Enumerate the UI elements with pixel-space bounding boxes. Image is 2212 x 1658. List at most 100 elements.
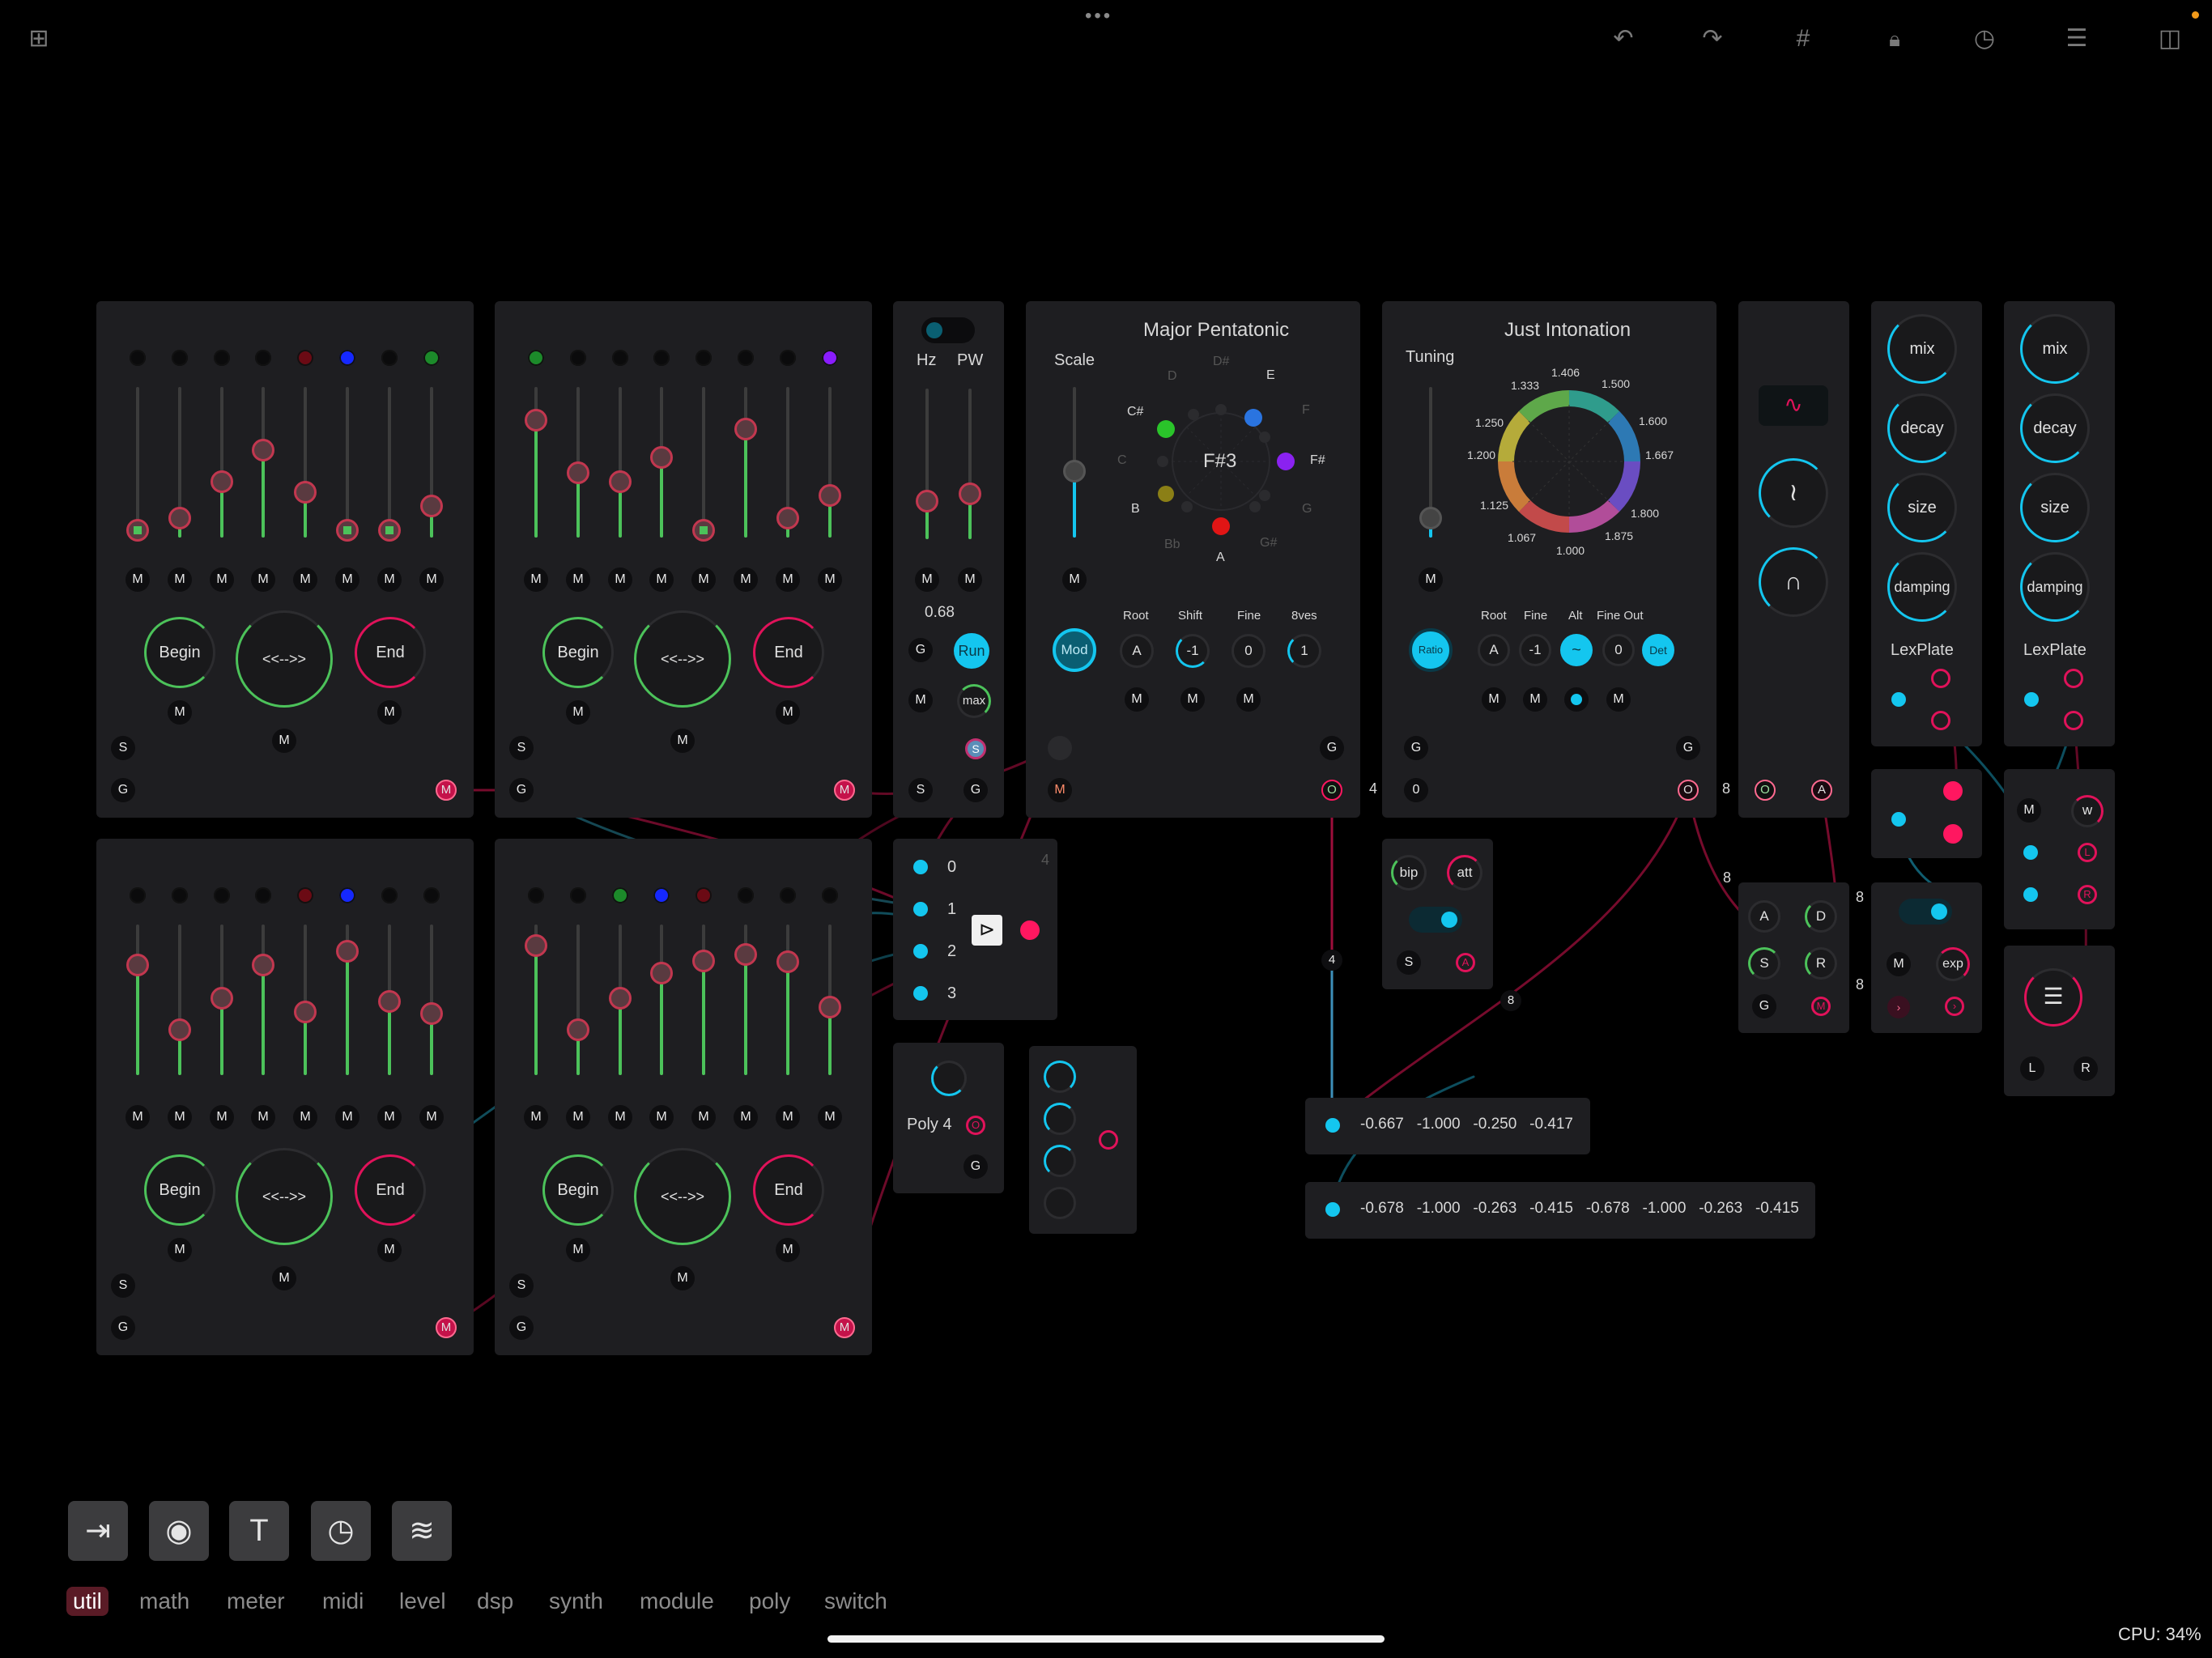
step-mod-button[interactable]: M xyxy=(734,1105,758,1129)
step-slider-thumb[interactable] xyxy=(126,519,149,542)
output-l-jack[interactable]: L xyxy=(2020,1056,2044,1081)
attack-knob[interactable]: A xyxy=(1748,900,1780,933)
reverb-damping-knob[interactable]: damping xyxy=(2020,552,2090,622)
step-slider-thumb[interactable] xyxy=(692,519,715,542)
step-slider-track[interactable] xyxy=(619,387,622,538)
mixer-in-2-jack[interactable] xyxy=(2023,887,2038,902)
scale-out-jack[interactable]: O xyxy=(1321,780,1342,801)
vca-m-button[interactable]: M xyxy=(1887,952,1911,976)
fine-knob[interactable]: 0 xyxy=(1231,634,1266,668)
max-knob[interactable]: max xyxy=(957,684,991,718)
step-mod-button[interactable]: M xyxy=(649,568,674,592)
router-in-0-jack[interactable] xyxy=(913,860,928,874)
step-slider-track[interactable] xyxy=(262,925,265,1075)
reverb-decay-knob[interactable]: decay xyxy=(2020,393,2090,463)
hz-mod-button[interactable]: M xyxy=(915,568,939,592)
step-mod-button[interactable]: M xyxy=(419,1105,444,1129)
reverb-out-r-jack[interactable] xyxy=(2064,711,2083,730)
end-mod-button[interactable]: M xyxy=(776,1238,800,1262)
clock-g-jack-out[interactable]: G xyxy=(963,778,988,802)
step-slider-thumb[interactable] xyxy=(211,987,233,1010)
fine-mod-button[interactable]: M xyxy=(1236,687,1261,712)
tuning-root-mod[interactable]: M xyxy=(1482,687,1506,712)
end-knob[interactable]: End xyxy=(753,617,824,688)
bip-toggle[interactable] xyxy=(1409,907,1462,933)
mixer-r-jack[interactable]: R xyxy=(2078,885,2097,904)
router-in-2-jack[interactable] xyxy=(913,944,928,959)
step-slider-thumb[interactable] xyxy=(420,495,443,517)
seq-g-jack[interactable]: G xyxy=(111,778,135,802)
step-slider-thumb[interactable] xyxy=(420,1002,443,1025)
step-slider-thumb[interactable] xyxy=(378,990,401,1013)
step-slider-track[interactable] xyxy=(388,387,391,538)
seq-g-jack[interactable]: G xyxy=(111,1316,135,1340)
begin-mod-button[interactable]: M xyxy=(168,1238,192,1262)
tuning-alt-mod[interactable] xyxy=(1564,687,1589,712)
scale-ghost-jack[interactable] xyxy=(1048,736,1072,760)
begin-knob[interactable]: Begin xyxy=(542,1154,614,1226)
step-slider-thumb[interactable] xyxy=(734,418,757,440)
step-slider-thumb[interactable] xyxy=(650,446,673,469)
step-slider-thumb[interactable] xyxy=(336,940,359,963)
mixer-l-jack[interactable]: L xyxy=(2078,843,2097,862)
step-slider-thumb[interactable] xyxy=(168,1018,191,1041)
step-slider-thumb[interactable] xyxy=(776,950,799,973)
reverb-out-r-jack[interactable] xyxy=(1931,711,1950,730)
direction-mod-button[interactable]: M xyxy=(272,729,296,753)
waveform-knob-1[interactable]: ≀ xyxy=(1759,458,1828,528)
step-slider-track[interactable] xyxy=(702,925,705,1075)
end-mod-button[interactable]: M xyxy=(377,1238,402,1262)
ratio-button[interactable]: Ratio xyxy=(1409,628,1453,672)
text-icon[interactable]: T xyxy=(229,1501,289,1561)
category-tab-synth[interactable]: synth xyxy=(549,1587,603,1616)
tuning-zero-jack[interactable]: 0 xyxy=(1404,778,1428,802)
tuning-fine-knob[interactable]: -1 xyxy=(1519,634,1551,666)
step-slider-track[interactable] xyxy=(304,387,307,538)
tuning-fine-out-mod[interactable]: M xyxy=(1606,687,1631,712)
waveform-knob-2[interactable]: ∩ xyxy=(1759,547,1828,617)
step-mod-button[interactable]: M xyxy=(566,1105,590,1129)
step-slider-thumb[interactable] xyxy=(567,461,589,484)
direction-knob[interactable]: <<-->> xyxy=(634,610,731,708)
bip-s-jack[interactable]: S xyxy=(1397,950,1421,975)
step-mod-button[interactable]: M xyxy=(125,568,150,592)
osc-a-jack[interactable]: A xyxy=(1811,780,1832,801)
pan-out-1-jack[interactable] xyxy=(1943,781,1963,801)
begin-knob[interactable]: Begin xyxy=(144,1154,215,1226)
mixer-in-1-jack[interactable] xyxy=(2023,845,2038,860)
octaves-knob[interactable]: 1 xyxy=(1287,634,1321,668)
sine-wave-icon[interactable]: ∿ xyxy=(1759,385,1828,426)
seq-g-jack[interactable]: G xyxy=(509,1316,534,1340)
hz-slider-thumb[interactable] xyxy=(916,490,938,512)
clock-s-jack[interactable]: S xyxy=(965,738,986,759)
step-mod-button[interactable]: M xyxy=(691,1105,716,1129)
step-slider-thumb[interactable] xyxy=(294,481,317,504)
step-mod-button[interactable]: M xyxy=(377,1105,402,1129)
pw-slider-thumb[interactable] xyxy=(959,483,981,505)
reverb-size-knob[interactable]: size xyxy=(2020,473,2090,542)
input-icon[interactable]: ⇥ xyxy=(68,1501,128,1561)
tuning-root-knob[interactable]: A xyxy=(1478,634,1510,666)
step-slider-thumb[interactable] xyxy=(734,943,757,966)
vca-trigger-1[interactable]: › xyxy=(1887,996,1910,1018)
seq-s-jack[interactable]: S xyxy=(111,736,135,760)
step-mod-button[interactable]: M xyxy=(125,1105,150,1129)
step-mod-button[interactable]: M xyxy=(168,568,192,592)
mod-knob[interactable]: Mod xyxy=(1053,628,1096,672)
step-mod-button[interactable]: M xyxy=(293,1105,317,1129)
reverb-in-jack[interactable] xyxy=(2024,692,2039,707)
reverb-in-jack[interactable] xyxy=(1891,692,1906,707)
shift-mod-button[interactable]: M xyxy=(1180,687,1205,712)
step-slider-thumb[interactable] xyxy=(525,409,547,432)
step-mod-button[interactable]: M xyxy=(818,1105,842,1129)
seq-out-jack[interactable]: M xyxy=(834,780,855,801)
quad-knob-4[interactable] xyxy=(1044,1187,1076,1219)
step-slider-thumb[interactable] xyxy=(567,1018,589,1041)
seq-s-jack[interactable]: S xyxy=(111,1273,135,1298)
tuning-slider-thumb[interactable] xyxy=(1419,507,1442,529)
seq-s-jack[interactable]: S xyxy=(509,736,534,760)
scale-mod-button[interactable]: M xyxy=(1062,568,1087,592)
seq-out-jack[interactable]: M xyxy=(436,780,457,801)
direction-mod-button[interactable]: M xyxy=(272,1266,296,1290)
values-a-in-jack[interactable] xyxy=(1325,1118,1340,1133)
